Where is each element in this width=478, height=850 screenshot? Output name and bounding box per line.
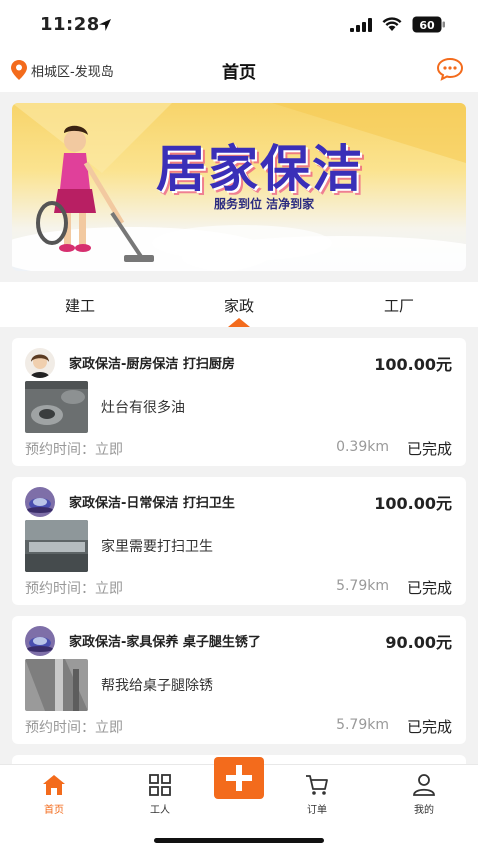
order-title: 家政保洁-家具保养 桌子腿生锈了 <box>69 635 261 650</box>
order-card[interactable]: 家政保洁-厨房保洁 打扫厨房 100.00元 灶台有很多油 预约时间：立即 0.… <box>12 338 466 466</box>
order-title: 家政保洁-厨房保洁 打扫厨房 <box>69 357 235 372</box>
nav-orders[interactable]: 订单 <box>287 773 347 816</box>
order-description: 灶台有很多油 <box>101 400 185 416</box>
order-photo[interactable] <box>25 381 88 433</box>
bottom-nav: 首页 工人 订单 我的 <box>0 757 478 850</box>
nav-home[interactable]: 首页 <box>24 773 84 816</box>
order-distance: 0.39km <box>336 439 389 455</box>
appointment-time: 预约时间：立即 <box>25 720 123 736</box>
grid-icon <box>149 774 171 796</box>
tab-housekeeping[interactable]: 家政 <box>199 295 279 316</box>
home-icon <box>43 775 65 795</box>
wifi-icon <box>382 17 402 31</box>
category-tabs: 建工 家政 工厂 <box>0 282 478 327</box>
avatar <box>25 348 55 378</box>
message-icon[interactable] <box>436 57 464 81</box>
order-photo[interactable] <box>25 659 88 711</box>
order-status: 已完成 <box>406 718 452 736</box>
appointment-time: 预约时间：立即 <box>25 581 123 597</box>
nav-profile-label: 我的 <box>414 805 434 816</box>
cellular-signal-icon <box>350 18 372 32</box>
status-time: 11:28 <box>40 14 100 35</box>
battery-level: 60 <box>419 19 435 32</box>
home-indicator <box>154 838 324 843</box>
order-card[interactable]: 家政保洁-家具保养 桌子腿生锈了 90.00元 帮我给桌子腿除锈 预约时间：立即… <box>12 616 466 744</box>
nav-profile[interactable]: 我的 <box>394 773 454 816</box>
user-icon <box>413 774 435 796</box>
cart-icon <box>306 775 328 795</box>
order-title: 家政保洁-日常保洁 打扫卫生 <box>69 496 235 511</box>
tab-construction[interactable]: 建工 <box>40 295 120 316</box>
publish-button[interactable] <box>214 757 264 799</box>
order-status: 已完成 <box>406 440 452 458</box>
banner-title: 居家保洁 <box>156 139 364 198</box>
nav-home-label: 首页 <box>44 805 64 816</box>
app-header: 相城区-发现岛 首页 <box>0 48 478 92</box>
banner-subtitle: 服务到位 洁净到家 <box>214 197 315 211</box>
appointment-time: 预约时间：立即 <box>25 442 123 458</box>
page-title: 首页 <box>222 63 256 83</box>
nav-orders-label: 订单 <box>307 805 327 816</box>
avatar <box>25 487 55 517</box>
order-distance: 5.79km <box>336 578 389 594</box>
status-bar: 11:28 60 <box>0 0 478 48</box>
order-description: 家里需要打扫卫生 <box>101 539 213 555</box>
active-tab-indicator <box>228 318 250 327</box>
order-description: 帮我给桌子腿除锈 <box>101 678 213 694</box>
tab-factory[interactable]: 工厂 <box>359 295 439 316</box>
battery-icon: 60 <box>412 16 445 33</box>
order-distance: 5.79km <box>336 717 389 733</box>
order-status: 已完成 <box>406 579 452 597</box>
nav-workers-label: 工人 <box>150 805 170 816</box>
order-photo[interactable] <box>25 520 88 572</box>
order-card[interactable]: 家政保洁-日常保洁 打扫卫生 100.00元 家里需要打扫卫生 预约时间：立即 … <box>12 477 466 605</box>
order-price: 100.00元 <box>374 355 452 374</box>
order-price: 100.00元 <box>374 494 452 513</box>
avatar <box>25 626 55 656</box>
location-arrow-icon <box>99 19 111 31</box>
nav-workers[interactable]: 工人 <box>130 773 190 816</box>
plus-icon <box>226 765 252 791</box>
promo-banner[interactable]: 居家保洁 服务到位 洁净到家 <box>12 103 466 271</box>
order-price: 90.00元 <box>385 633 452 652</box>
